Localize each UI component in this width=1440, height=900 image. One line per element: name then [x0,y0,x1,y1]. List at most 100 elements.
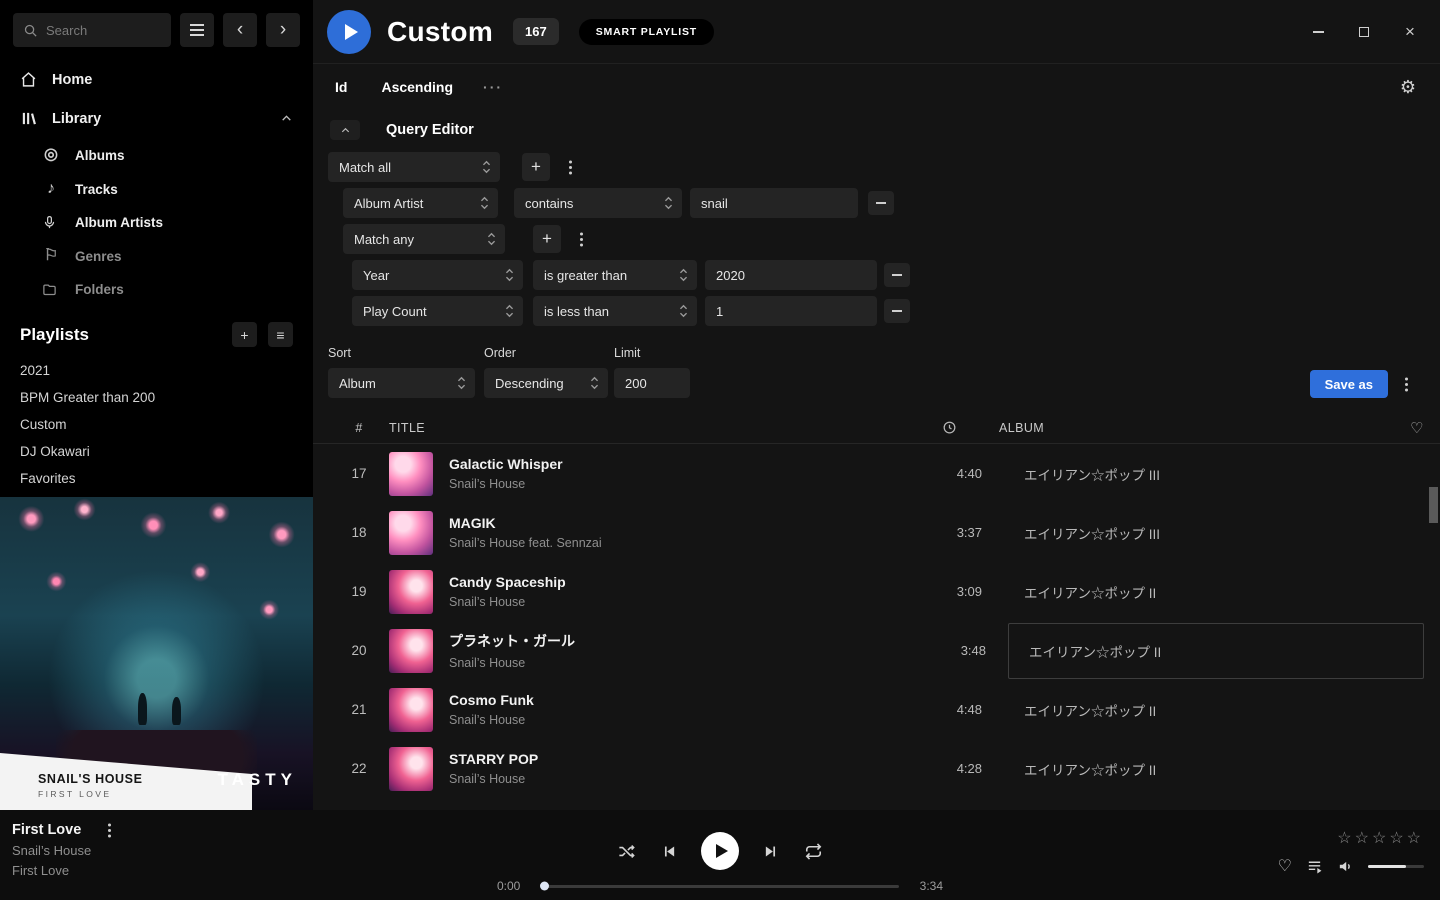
rule-operator-select[interactable]: contains [514,188,682,218]
remove-rule-button[interactable] [868,191,894,215]
group-menu-button[interactable] [571,225,591,253]
track-duration: 4:48 [884,702,982,717]
select-value: Match all [339,160,391,175]
table-row[interactable]: 20 プラネット・ガールSnail’s House 3:48 エイリアン☆ポップ… [313,621,1440,680]
table-row[interactable]: 21 Cosmo FunkSnail’s House 4:48 エイリアン☆ポッ… [313,680,1440,739]
close-button[interactable]: × [1402,24,1418,40]
previous-button[interactable] [660,843,677,860]
seek-bar[interactable] [541,885,899,888]
playlist-item-bpm[interactable]: BPM Greater than 200 [0,384,313,411]
playlist-list-button[interactable]: ≡ [268,322,293,347]
hamburger-icon [190,29,204,31]
order-select[interactable]: Descending [484,368,608,398]
sort-direction[interactable]: Ascending [381,79,453,95]
table-row[interactable]: 22 STARRY POPSnail’s House 4:28 エイリアン☆ポッ… [313,739,1440,798]
volume-slider[interactable] [1368,865,1424,868]
save-as-button[interactable]: Save as [1310,370,1388,398]
sidebar-item-label: Library [52,111,265,127]
root-match-select[interactable]: Match all [328,152,500,182]
play-pause-button[interactable] [701,832,739,870]
track-album-focused[interactable]: エイリアン☆ポップ II [1008,623,1424,679]
play-playlist-button[interactable] [327,10,371,54]
save-menu-button[interactable] [1396,370,1416,398]
rule-value-input[interactable] [705,260,877,290]
sort-column: Sort Album [328,346,475,398]
now-playing-menu-button[interactable] [99,822,119,838]
minimize-button[interactable] [1310,24,1326,40]
sort-select[interactable]: Album [328,368,475,398]
rule-field-select[interactable]: Play Count [352,296,523,326]
sort-bar: Id Ascending ··· ⚙ [313,64,1440,110]
sidebar-item-home[interactable]: Home [0,60,313,99]
rule-operator-select[interactable]: is less than [533,296,697,326]
volume-button[interactable] [1337,858,1354,875]
shuffle-button[interactable] [617,842,636,861]
column-title[interactable]: TITLE [389,421,859,435]
now-playing-title[interactable]: First Love [12,822,81,838]
table-row[interactable]: 18 MAGIKSnail’s House feat. Sennzai 3:37… [313,503,1440,562]
add-rule-button[interactable]: + [522,153,550,181]
rule-menu-button[interactable] [560,153,580,181]
maximize-button[interactable] [1356,24,1372,40]
playlist-item-favorites[interactable]: Favorites [0,465,313,492]
repeat-button[interactable] [804,842,823,861]
queue-button[interactable] [1306,858,1323,875]
player-bar: First Love Snail’s House First Love 0:00… [0,810,1440,900]
menu-button[interactable] [180,13,214,47]
track-number: 18 [329,525,389,540]
column-duration[interactable] [859,420,957,435]
forward-button[interactable]: › [266,13,300,47]
collapse-query-editor-button[interactable] [330,120,360,140]
group-match-select[interactable]: Match any [343,224,505,254]
sidebar-item-tracks[interactable]: ♪ Tracks [0,172,313,206]
more-options-icon[interactable]: ··· [483,79,503,95]
seek-handle[interactable] [540,882,549,891]
sidebar-item-label: Tracks [75,182,118,197]
sort-field[interactable]: Id [335,79,347,95]
rating-stars[interactable]: ☆☆☆☆☆ [1337,828,1424,848]
scrollbar[interactable] [1429,487,1438,523]
sidebar-item-library[interactable]: Library [0,99,313,138]
column-number[interactable]: # [329,421,389,435]
rule-value-input[interactable] [705,296,877,326]
select-chevrons-icon [457,376,466,390]
settings-button[interactable]: ⚙ [1400,77,1416,98]
table-row[interactable]: 17 Galactic WhisperSnail’s House 4:40 エイ… [313,444,1440,503]
add-playlist-button[interactable]: + [232,322,257,347]
next-button[interactable] [763,843,780,860]
remove-rule-button[interactable] [884,299,910,323]
sidebar-item-folders[interactable]: Folders [0,273,313,306]
transport-controls [617,832,823,870]
sidebar-item-genres[interactable]: ⚐ Genres [0,239,313,273]
rule-value-input[interactable] [690,188,858,218]
now-playing-artist[interactable]: Snail’s House [12,843,119,858]
limit-label: Limit [614,346,690,360]
progress-section: 0:00 3:34 [497,879,943,893]
playlist-item-dj-okawari[interactable]: DJ Okawari [0,438,313,465]
limit-input[interactable] [614,368,690,398]
playlist-item-2021[interactable]: 2021 [0,357,313,384]
favorite-button[interactable]: ♡ [1278,856,1292,876]
total-time: 3:34 [913,879,943,893]
rule-field-select[interactable]: Year [352,260,523,290]
select-chevrons-icon [505,304,514,318]
album-thumbnail [389,511,433,555]
chevron-up-icon[interactable] [280,112,293,125]
now-playing-artwork[interactable]: SNAIL'S HOUSE FIRST LOVE TASTY [0,497,313,810]
column-album[interactable]: ALBUM [999,421,1399,435]
playlist-item-custom[interactable]: Custom [0,411,313,438]
add-group-rule-button[interactable]: + [533,225,561,253]
search-input[interactable] [46,23,146,38]
now-playing-album[interactable]: First Love [12,863,119,878]
search-box[interactable] [13,13,171,47]
rule-operator-select[interactable]: is greater than [533,260,697,290]
sidebar-item-album-artists[interactable]: Album Artists [0,206,313,239]
remove-rule-button[interactable] [884,263,910,287]
rule-field-select[interactable]: Album Artist [343,188,498,218]
chevron-left-icon: ‹ [237,19,243,41]
table-row[interactable]: 19 Candy SpaceshipSnail’s House 3:09 エイリ… [313,562,1440,621]
heart-icon: ♡ [1410,420,1424,437]
column-favorite[interactable]: ♡ [1399,419,1424,437]
sidebar-item-albums[interactable]: ◎ Albums [0,138,313,172]
back-button[interactable]: ‹ [223,13,257,47]
